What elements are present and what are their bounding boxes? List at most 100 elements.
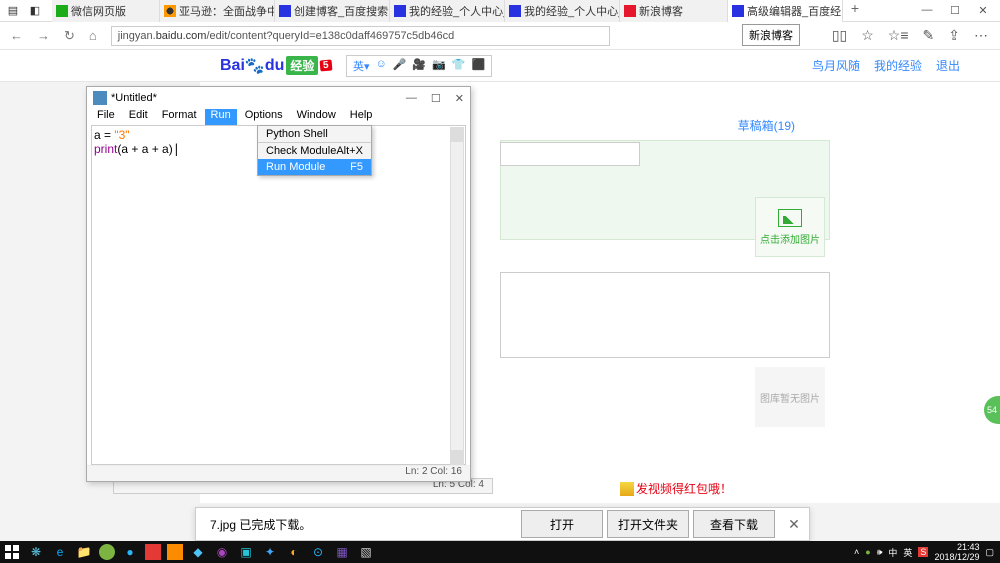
favorites-icon[interactable]: ☆≡ <box>888 27 909 44</box>
close-button[interactable]: ✕ <box>974 4 992 17</box>
browser-titlebar: ▤ ◧ 微信网页版 亚马逊：全面战争中文补 创建博客_百度搜索 我的经验_个人中… <box>0 0 1000 22</box>
minimize-button[interactable]: — <box>918 4 936 17</box>
edge-icon[interactable]: e <box>48 541 72 563</box>
download-bar: 7.jpg 已完成下载。 打开 打开文件夹 查看下载 ✕ <box>195 507 810 541</box>
python-icon <box>93 91 107 105</box>
download-close-button[interactable]: ✕ <box>779 516 809 533</box>
baidu-icon <box>732 5 744 17</box>
task-app-icon[interactable] <box>99 544 115 560</box>
page-header: Bai🐾du 经验 5 英▾ ☺ 🎤 🎥 📷 👕 ⬛ 鸟月风随 我的经验 退出 <box>0 50 1000 82</box>
task-app-icon[interactable]: ◐ <box>282 541 306 563</box>
idle-code-area[interactable]: a = "3" print(a + a + a)| <box>91 125 466 465</box>
add-tab-button[interactable]: + <box>843 0 867 22</box>
my-experience-link[interactable]: 我的经验 <box>874 57 922 74</box>
tab-wechat[interactable]: 微信网页版 <box>52 0 160 22</box>
user-link[interactable]: 鸟月风随 <box>812 57 860 74</box>
task-app-icon[interactable]: ▣ <box>234 541 258 563</box>
clock[interactable]: 21:43 2018/12/29 <box>934 542 979 562</box>
code-builtin: print <box>94 142 117 156</box>
tool-icon[interactable]: ⬛ <box>472 58 486 74</box>
code-text: a = <box>94 128 114 142</box>
idle-max[interactable]: ☐ <box>431 92 441 105</box>
tray-icon[interactable]: 🕪 <box>877 547 883 558</box>
folder-icon[interactable]: 📁 <box>72 541 96 563</box>
task-app-icon[interactable]: ❋ <box>24 541 48 563</box>
tab-sina[interactable]: 新浪博客 <box>620 0 728 22</box>
tray-icon[interactable]: ˄ <box>854 547 859 557</box>
logout-link[interactable]: 退出 <box>936 57 960 74</box>
menu-options[interactable]: Options <box>239 109 289 125</box>
task-app-icon[interactable]: ⊙ <box>306 541 330 563</box>
download-text: 7.jpg 已完成下载。 <box>196 516 521 533</box>
menu-format[interactable]: Format <box>156 109 203 125</box>
baidu-logo[interactable]: Bai🐾du 经验 5 <box>220 56 332 76</box>
url-text: jingyan. <box>118 30 156 42</box>
sys-icon[interactable]: ◧ <box>28 4 42 18</box>
menu-check-module[interactable]: Check ModuleAlt+X <box>258 143 371 159</box>
task-app-icon[interactable]: ◉ <box>210 541 234 563</box>
menu-file[interactable]: File <box>91 109 121 125</box>
menu-window[interactable]: Window <box>291 109 342 125</box>
idle-close[interactable]: ✕ <box>455 92 464 105</box>
editor-toolbar: 英▾ ☺ 🎤 🎥 📷 👕 ⬛ <box>346 55 492 77</box>
back-button[interactable]: ← <box>10 28 23 43</box>
task-app-icon[interactable] <box>167 544 183 560</box>
home-button[interactable]: ⌂ <box>89 28 97 43</box>
tab-active[interactable]: 高级编辑器_百度经✕ <box>728 0 843 22</box>
books-icon[interactable]: ▯▯ <box>832 27 847 44</box>
pen-icon[interactable]: ✎ <box>923 27 935 44</box>
menu-help[interactable]: Help <box>344 109 379 125</box>
maximize-button[interactable]: ☐ <box>946 4 964 17</box>
run-menu-dropdown: Python Shell Check ModuleAlt+X Run Modul… <box>257 125 372 176</box>
tool-icon[interactable]: ☺ <box>375 58 386 74</box>
task-app-icon[interactable]: ✦ <box>258 541 282 563</box>
refresh-button[interactable]: ↻ <box>64 28 75 44</box>
forward-button[interactable]: → <box>37 28 50 43</box>
task-app-icon[interactable] <box>145 544 161 560</box>
menu-run[interactable]: Run <box>205 109 237 125</box>
open-folder-button[interactable]: 打开文件夹 <box>607 510 689 538</box>
tool-icon[interactable]: 🎥 <box>412 58 426 74</box>
promo-label: 发视频得红包哦！ <box>636 480 732 497</box>
promo-text[interactable]: 发视频得红包哦！ <box>620 480 732 497</box>
tool-icon[interactable]: 👕 <box>452 58 466 74</box>
tab-label: 我的经验_个人中心_百度 <box>524 3 620 19</box>
tool-icon[interactable]: 📷 <box>432 58 446 74</box>
more-icon[interactable]: ⋯ <box>974 27 988 44</box>
tray-icon[interactable]: ● <box>865 547 870 557</box>
open-button[interactable]: 打开 <box>521 510 603 538</box>
star-icon[interactable]: ☆ <box>861 27 874 44</box>
input-box[interactable] <box>500 142 640 166</box>
sys-icon[interactable]: ▤ <box>6 4 20 18</box>
task-app-icon[interactable]: ● <box>118 541 142 563</box>
idle-titlebar[interactable]: *Untitled* — ☐ ✕ <box>87 87 470 109</box>
idle-scrollbar[interactable] <box>450 127 464 465</box>
start-button[interactable] <box>0 541 24 563</box>
tab-baidu1[interactable]: 创建博客_百度搜索 <box>275 0 390 22</box>
tool-icon[interactable]: 🎤 <box>393 58 407 74</box>
menu-python-shell[interactable]: Python Shell <box>258 126 371 142</box>
notifications-icon[interactable]: ▢ <box>985 547 994 558</box>
view-downloads-button[interactable]: 查看下载 <box>693 510 775 538</box>
tray-icon[interactable]: S <box>918 547 928 557</box>
task-app-icon[interactable]: ◆ <box>186 541 210 563</box>
menu-edit[interactable]: Edit <box>123 109 154 125</box>
idle-menubar: File Edit Format Run Options Window Help <box>87 109 470 125</box>
tab-baidu2[interactable]: 我的经验_个人中心_百度 <box>390 0 505 22</box>
tab-label: 亚马逊：全面战争中文补 <box>179 3 275 19</box>
draft-link[interactable]: 草稿箱(19) <box>738 117 795 134</box>
address-bar[interactable]: jingyan.baidu.com/edit/content?queryId=e… <box>111 26 610 46</box>
tab-baidu3[interactable]: 我的经验_个人中心_百度 <box>505 0 620 22</box>
editor-block-2[interactable] <box>500 272 830 358</box>
tray-icon[interactable]: 中 <box>888 546 897 559</box>
share-icon[interactable]: ⇪ <box>948 27 960 44</box>
tray-ime-icon[interactable]: 英 <box>903 546 912 559</box>
tool-icon[interactable]: 英▾ <box>353 58 370 74</box>
task-app-icon[interactable]: ▧ <box>354 541 378 563</box>
menu-run-module[interactable]: Run ModuleF5 <box>258 159 371 175</box>
code-string: "3" <box>114 128 129 142</box>
idle-min[interactable]: — <box>406 92 417 105</box>
task-app-icon[interactable]: ▦ <box>330 541 354 563</box>
add-image-button[interactable]: 点击添加图片 <box>755 197 825 257</box>
tab-amazon[interactable]: 亚马逊：全面战争中文补 <box>160 0 275 22</box>
